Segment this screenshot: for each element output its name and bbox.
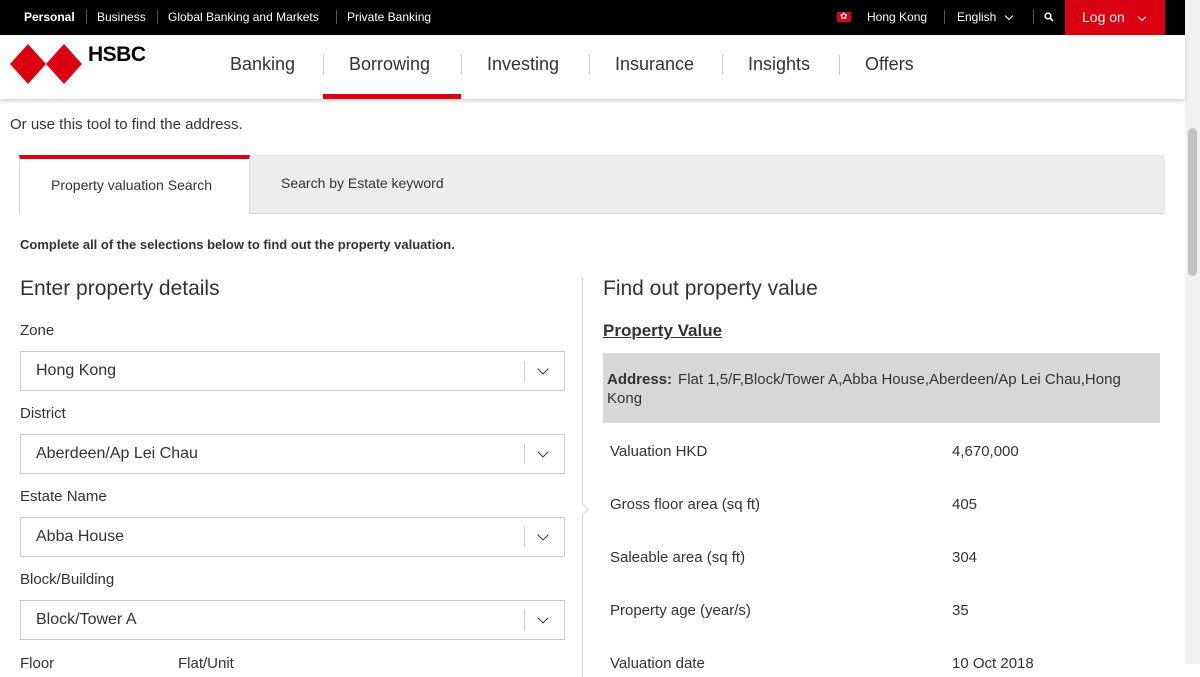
divider-arrow-icon — [576, 503, 589, 516]
segment-personal[interactable]: Personal — [24, 0, 75, 35]
log-on-label: Log on — [1082, 9, 1125, 25]
region-selector[interactable]: Hong Kong — [867, 0, 927, 35]
property-value-subheading: Property Value — [603, 321, 723, 340]
nav-borrowing[interactable]: Borrowing — [349, 35, 430, 99]
intro-text: Or use this tool to find the address. — [10, 116, 243, 133]
block-building-select[interactable]: Block/Tower A — [20, 600, 565, 640]
column-divider — [582, 277, 583, 677]
chevron-down-icon — [537, 363, 549, 375]
search-icon[interactable] — [1044, 12, 1054, 22]
divider — [1033, 10, 1034, 24]
block-building-label: Block/Building — [20, 571, 115, 588]
language-label: English — [957, 10, 997, 24]
enter-property-details-heading: Enter property details — [20, 277, 220, 300]
district-value: Aberdeen/Ap Lei Chau — [36, 445, 198, 462]
address-label: Address: — [607, 371, 673, 388]
tab-search-by-estate-keyword[interactable]: Search by Estate keyword — [281, 155, 444, 214]
divider — [524, 527, 525, 547]
divider — [86, 10, 87, 24]
nav-insurance[interactable]: Insurance — [615, 35, 694, 99]
top-bar: Personal Business Global Banking and Mar… — [0, 0, 1185, 35]
gross-floor-area-value: 405 — [952, 496, 978, 513]
zone-label: Zone — [20, 322, 55, 339]
active-nav-indicator — [323, 94, 461, 99]
address-box: Address: Flat 1,5/F,Block/Tower A,Abba Ho… — [603, 353, 1160, 423]
block-building-value: Block/Tower A — [36, 611, 137, 628]
chevron-down-icon — [537, 446, 549, 458]
scrollbar-thumb[interactable] — [1188, 128, 1197, 276]
valuation-value: 4,670,000 — [952, 443, 1019, 460]
segment-business[interactable]: Business — [97, 0, 146, 35]
district-select[interactable]: Aberdeen/Ap Lei Chau — [20, 434, 565, 474]
divider — [157, 10, 158, 24]
logo-text[interactable]: HSBC — [88, 44, 146, 65]
zone-select[interactable]: Hong Kong — [20, 351, 565, 391]
hong-kong-flag-icon — [837, 9, 851, 23]
divider — [323, 55, 324, 75]
property-age-value: 35 — [952, 602, 969, 619]
hsbc-logo-icon[interactable] — [10, 44, 82, 84]
chevron-down-icon — [1005, 11, 1014, 21]
property-age-label: Property age (year/s) — [610, 602, 751, 619]
divider — [524, 361, 525, 381]
chevron-down-icon — [537, 612, 549, 624]
district-label: District — [20, 405, 66, 422]
nav-offers[interactable]: Offers — [865, 35, 914, 99]
find-property-value-heading: Find out property value — [603, 277, 818, 300]
estate-name-value: Abba House — [36, 528, 125, 545]
segment-global-banking[interactable]: Global Banking and Markets — [168, 0, 319, 35]
nav-banking[interactable]: Banking — [230, 35, 295, 99]
address-value: Flat 1,5/F,Block/Tower A,Abba House,Aber… — [607, 371, 1121, 407]
divider — [589, 55, 590, 75]
chevron-down-icon — [1137, 12, 1147, 22]
page-scrollbar[interactable] — [1185, 0, 1200, 664]
divider — [524, 444, 525, 464]
nav-insights[interactable]: Insights — [748, 35, 810, 99]
divider — [461, 55, 462, 75]
main-header: HSBC Banking Borrowing Investing Insuran… — [0, 35, 1185, 99]
instruction-text: Complete all of the selections below to … — [20, 237, 455, 252]
saleable-area-label: Saleable area (sq ft) — [610, 549, 746, 566]
valuation-label: Valuation HKD — [610, 443, 708, 460]
divider — [524, 610, 525, 630]
saleable-area-value: 304 — [952, 549, 978, 566]
nav-investing[interactable]: Investing — [487, 35, 559, 99]
language-selector[interactable]: English — [957, 0, 1014, 35]
zone-value: Hong Kong — [36, 362, 117, 379]
search-tabs: Property valuation Search Search by Esta… — [19, 155, 1165, 214]
divider — [336, 10, 337, 24]
estate-name-label: Estate Name — [20, 488, 107, 505]
divider — [944, 10, 945, 24]
divider — [722, 55, 723, 75]
gross-floor-area-label: Gross floor area (sq ft) — [610, 496, 761, 513]
estate-name-select[interactable]: Abba House — [20, 517, 565, 557]
segment-private-banking[interactable]: Private Banking — [347, 0, 431, 35]
divider — [839, 55, 840, 75]
chevron-down-icon — [537, 529, 549, 541]
log-on-button[interactable]: Log on — [1065, 0, 1165, 35]
tab-property-valuation-search[interactable]: Property valuation Search — [19, 155, 250, 214]
